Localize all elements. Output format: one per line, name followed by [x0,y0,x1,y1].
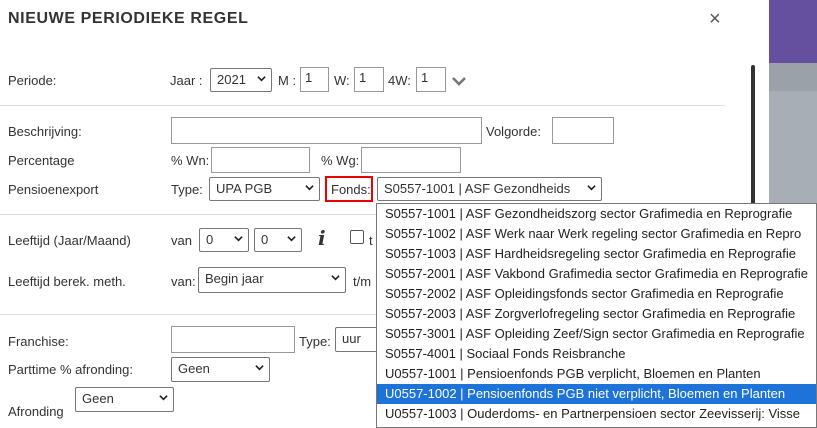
leeftijd-jaar-value: 0 [206,232,214,247]
chevron-down-icon [305,185,314,191]
pensioenexport-label: Pensioenexport [8,182,99,197]
fonds-option[interactable]: S0557-1001 | ASF Gezondheidszorg sector … [377,204,816,224]
chevron-down-icon [159,395,168,401]
franchise-type-value: uur [342,331,361,346]
fonds-option[interactable]: S0557-2002 | ASF Opleidingsfonds sector … [377,284,816,304]
leeftijd-maand-select[interactable]: 0 [254,228,302,252]
beschrijving-label: Beschrijving: [8,124,82,139]
parttime-select[interactable]: Geen [171,357,270,382]
chevron-down-icon [331,275,340,281]
leeftijd-label: Leeftijd (Jaar/Maand) [8,233,131,248]
divider [0,314,376,315]
fonds-option[interactable]: S0557-4001 | Sociaal Fonds Reisbranche [377,344,816,364]
franchise-input[interactable] [171,326,295,353]
expand-chevron-icon[interactable] [452,76,466,86]
leeftijd-berek-tm-label: t/m [353,274,372,289]
jaar-label: Jaar : [170,73,203,88]
m-label: M : [278,73,297,88]
leeftijd-berek-label: Leeftijd berek. meth. [8,274,126,289]
franchise-type-select[interactable]: uur [335,327,380,352]
divider [0,105,725,106]
fonds-highlight: Fonds: [325,176,373,202]
fonds-option[interactable]: U0557-1002 | Pensioenfonds PGB niet verp… [377,384,816,404]
wg-input[interactable] [361,147,461,173]
fonds-select[interactable]: S0557-1001 | ASF Gezondheids [377,177,602,201]
close-icon[interactable]: × [709,8,721,31]
info-icon[interactable]: i [318,226,326,250]
leeftijd-jaar-select[interactable]: 0 [199,228,249,252]
background-header [769,0,817,63]
parttime-value: Geen [178,361,210,376]
wg-label: % Wg: [321,153,360,168]
w-label: W: [334,73,350,88]
chevron-down-icon [255,365,264,371]
fonds-value: S0557-1001 | ASF Gezondheids [384,181,571,196]
w4-label: 4W: [388,73,411,88]
leeftijd-checkbox[interactable] [350,230,364,244]
leeftijd-t-text: t [369,233,373,248]
fonds-option[interactable]: U0557-1001 | Pensioenfonds PGB verplicht… [377,364,816,384]
afronding-label: Afronding [8,404,64,419]
wn-label: % Wn: [171,153,210,168]
chevron-down-icon [257,76,266,82]
m-input[interactable]: 1 [300,67,329,92]
beschrijving-input[interactable] [171,117,482,144]
chevron-down-icon [234,236,243,242]
parttime-label: Parttime % afronding: [8,362,134,377]
fonds-option[interactable]: S0557-2003 | ASF Zorgverlofregeling sect… [377,304,816,324]
afronding-value: Geen [82,391,114,406]
wn-input[interactable] [211,147,310,173]
chevron-down-icon [287,236,296,242]
type-select[interactable]: UPA PGB [209,177,320,201]
leeftijd-maand-value: 0 [261,232,269,247]
volgorde-label: Volgorde: [486,124,541,139]
type-label: Type: [171,182,203,197]
jaar-value: 2021 [217,72,246,87]
fonds-option[interactable]: U0557-1003 | Ouderdoms- en Partnerpensio… [377,404,816,424]
leeftijd-van-label: van [171,233,192,248]
franchise-label: Franchise: [8,334,69,349]
leeftijd-berek-value: Begin jaar [205,271,264,286]
afronding-select[interactable]: Geen [75,387,174,412]
background-bar [769,63,817,91]
type-value: UPA PGB [216,181,273,196]
fonds-option[interactable]: S0557-2001 | ASF Vakbond Grafimedia sect… [377,264,816,284]
divider [0,214,376,215]
fonds-option[interactable]: S0557-1003 | ASF Hardheidsregeling secto… [377,244,816,264]
dialog-title: NIEUWE PERIODIEKE REGEL [8,10,249,27]
leeftijd-berek-van-label: van: [171,274,196,289]
franchise-type-label: Type: [299,334,331,349]
percentage-label: Percentage [8,153,75,168]
fonds-dropdown-list[interactable]: S0557-1001 | ASF Gezondheidszorg sector … [376,203,817,428]
fonds-label: Fonds: [331,182,371,197]
leeftijd-berek-select[interactable]: Begin jaar [198,267,346,293]
w-input[interactable]: 1 [354,67,384,92]
volgorde-input[interactable] [552,117,614,144]
w4-input[interactable]: 1 [416,67,446,92]
fonds-option[interactable]: S0557-3001 | ASF Opleiding Zeef/Sign sec… [377,324,816,344]
fonds-option[interactable]: S0557-1002 | ASF Werk naar Werk regeling… [377,224,816,244]
jaar-select[interactable]: 2021 [210,68,272,92]
chevron-down-icon [587,185,596,191]
periode-label: Periode: [8,73,57,88]
